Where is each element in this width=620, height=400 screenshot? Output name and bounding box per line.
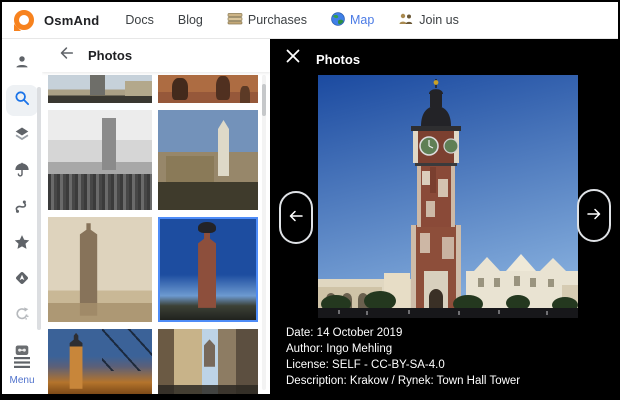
photo-date: Date: 14 October 2019 xyxy=(286,325,520,341)
hamburger-icon xyxy=(13,356,31,373)
nav-blog[interactable]: Blog xyxy=(178,13,203,27)
sidebar-menu-button[interactable]: Menu xyxy=(2,356,42,386)
previous-photo-button[interactable] xyxy=(279,191,313,244)
sidebar-item-search[interactable] xyxy=(6,85,38,116)
photos-panel-header: Photos xyxy=(42,39,270,72)
photo-metadata: Date: 14 October 2019 Author: Ingo Mehli… xyxy=(286,325,520,389)
photo-author: Author: Ingo Mehling xyxy=(286,341,520,357)
photo-thumbnail-3[interactable] xyxy=(48,110,152,210)
logo-ring xyxy=(14,10,34,30)
top-nav-links: Docs Blog Purchases xyxy=(125,12,459,29)
photo-thumbnail-5[interactable] xyxy=(48,217,152,322)
app-window: OsmAnd Docs Blog Purchases xyxy=(0,0,620,400)
close-icon[interactable] xyxy=(285,48,305,68)
photo-thumbnail-7[interactable] xyxy=(48,329,152,394)
photo-viewer-panel: Photos xyxy=(270,39,618,394)
globe-icon xyxy=(331,12,345,29)
sidebar-item-navigation[interactable] xyxy=(6,265,38,296)
layers-icon xyxy=(13,125,31,148)
photos-scrollbar-thumb[interactable] xyxy=(262,84,266,116)
sidebar-item-tourism[interactable] xyxy=(6,157,38,188)
sidebar-item-plugins[interactable] xyxy=(6,301,38,332)
sidebar-item-layers[interactable] xyxy=(6,121,38,152)
osmand-logo-icon[interactable] xyxy=(13,9,35,31)
arrow-right-icon xyxy=(586,207,602,225)
main-photo xyxy=(318,75,578,318)
nav-join-us[interactable]: Join us xyxy=(398,12,459,29)
star-icon xyxy=(13,233,31,256)
sidebar-item-favorites[interactable] xyxy=(6,229,38,260)
photo-thumbnail-2[interactable] xyxy=(158,75,258,103)
nav-docs-label: Docs xyxy=(125,13,153,27)
photos-panel-title: Photos xyxy=(88,48,132,63)
route-icon xyxy=(13,197,31,220)
photo-thumbnail-6-selected[interactable] xyxy=(158,217,258,322)
nav-map[interactable]: Map xyxy=(331,12,374,29)
search-icon xyxy=(13,89,31,112)
nav-join-us-label: Join us xyxy=(419,13,459,27)
photo-thumbnail-8[interactable] xyxy=(158,329,258,394)
person-icon xyxy=(13,53,31,76)
sidebar-item-account[interactable] xyxy=(6,49,38,80)
cash-icon xyxy=(227,12,243,28)
brand-name[interactable]: OsmAnd xyxy=(44,13,99,28)
photos-list-panel: Photos xyxy=(42,39,270,394)
photo-license: License: SELF - CC-BY-SA-4.0 xyxy=(286,357,520,373)
photo-description: Description: Krakow / Rynek: Town Hall T… xyxy=(286,373,520,389)
nav-map-label: Map xyxy=(350,13,374,27)
photos-scrollbar-track xyxy=(262,75,266,390)
photo-thumbnail-1[interactable] xyxy=(48,75,152,103)
nav-purchases-label: Purchases xyxy=(248,13,307,27)
crowd xyxy=(318,308,578,318)
sidebar-scrollbar[interactable] xyxy=(37,87,41,330)
sidebar-icon-rail: Menu xyxy=(2,39,42,394)
top-navigation-bar: OsmAnd Docs Blog Purchases xyxy=(2,2,618,39)
menu-label: Menu xyxy=(2,375,42,386)
photo-thumbnail-4[interactable] xyxy=(158,110,258,210)
nav-docs[interactable]: Docs xyxy=(125,13,153,27)
sidebar-item-tracks[interactable] xyxy=(6,193,38,224)
refresh-dotted-icon xyxy=(13,305,31,328)
people-icon xyxy=(398,12,414,29)
nav-purchases[interactable]: Purchases xyxy=(227,12,307,28)
next-photo-button[interactable] xyxy=(577,189,611,242)
navigate-diamond-icon xyxy=(13,269,31,292)
umbrella-icon xyxy=(13,161,31,184)
back-arrow-icon[interactable] xyxy=(57,44,75,67)
viewer-title: Photos xyxy=(316,52,360,67)
arrow-left-icon xyxy=(288,209,304,227)
nav-blog-label: Blog xyxy=(178,13,203,27)
